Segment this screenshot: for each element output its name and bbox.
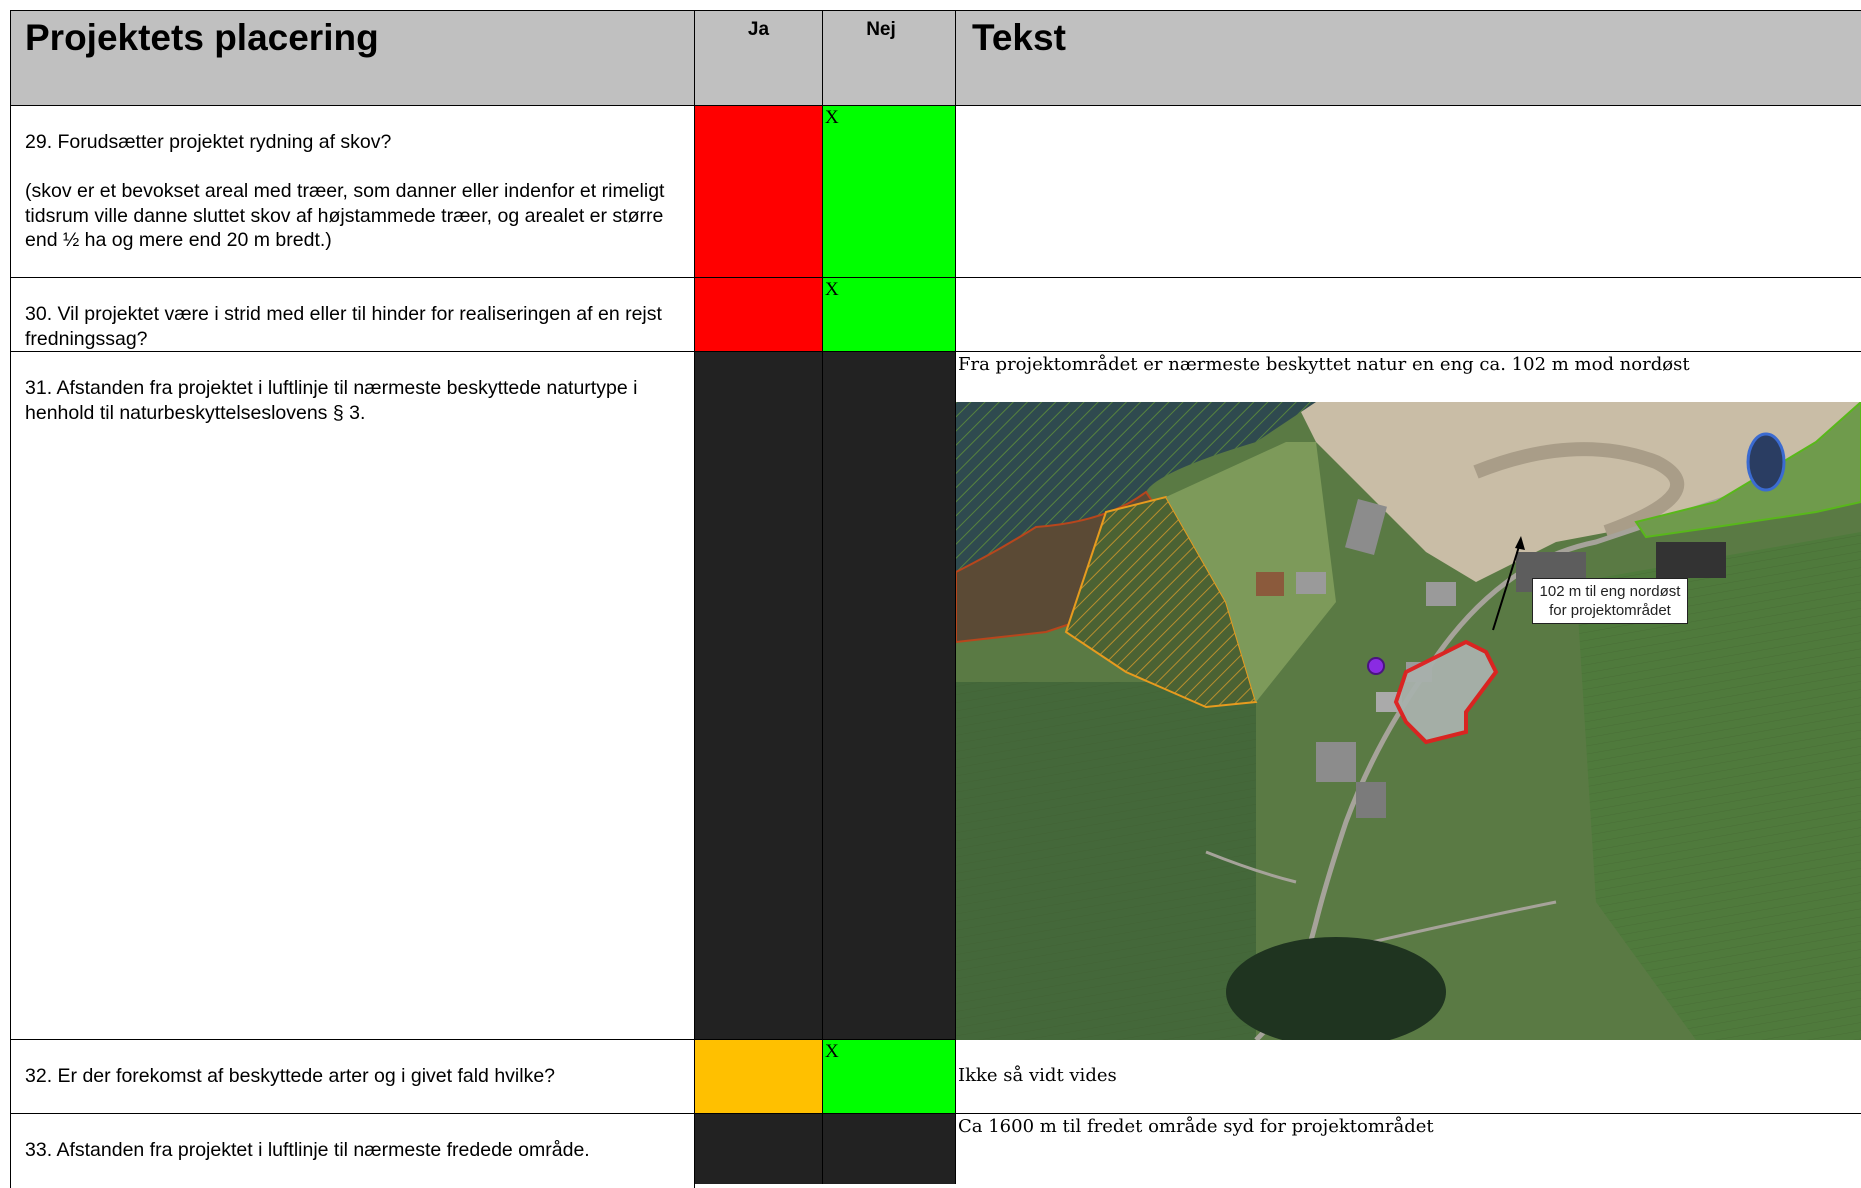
header-ja-label: Ja (747, 19, 770, 40)
row-33-question-cell: 33. Afstanden fra projektet i luftlinje … (10, 1114, 695, 1188)
row-32-nej-mark: X (825, 1041, 839, 1062)
row-29-ja-cell (695, 106, 823, 278)
location-pin-icon (1367, 657, 1385, 675)
row-29-question-cell: 29. Forudsætter projektet rydning af sko… (10, 106, 695, 278)
row-32-nej-cell: X (823, 1040, 956, 1114)
aerial-map-image: 102 m til eng nordøst for projektområdet (956, 402, 1861, 1040)
row-29-nej-cell: X (823, 106, 956, 278)
row-31-text: Fra projektområdet er nærmeste beskyttet… (958, 354, 1690, 375)
header-nej-cell: Nej (823, 10, 956, 106)
row-32-text: Ikke så vidt vides (958, 1065, 1117, 1086)
map-callout: 102 m til eng nordøst for projektområdet (1532, 578, 1688, 624)
map-callout-line-2: for projektområdet (1549, 602, 1671, 619)
row-31-question-cell: 31. Afstanden fra projektet i luftlinje … (10, 352, 695, 1040)
row-33-question: 33. Afstanden fra projektet i luftlinje … (25, 1139, 590, 1161)
row-32-question-cell: 32. Er der forekomst af beskyttede arter… (10, 1040, 695, 1114)
row-31-ja-cell (695, 352, 823, 1040)
row-33-ja-cell (695, 1114, 823, 1184)
header-tekst-label: Tekst (972, 17, 1066, 58)
row-33-text: Ca 1600 m til fredet område syd for proj… (958, 1116, 1434, 1137)
row-33-text-cell: Ca 1600 m til fredet område syd for proj… (956, 1114, 1861, 1184)
header-ja-cell: Ja (695, 10, 823, 106)
row-30-ja-cell (695, 278, 823, 352)
row-30-nej-cell: X (823, 278, 956, 352)
row-33-nej-cell (823, 1114, 956, 1184)
row-29-question: 29. Forudsætter projektet rydning af sko… (25, 131, 392, 153)
header-nej-label: Nej (866, 19, 896, 40)
row-31-question: 31. Afstanden fra projektet i luftlinje … (25, 377, 638, 424)
header-tekst-cell: Tekst (956, 10, 1861, 106)
row-29-nej-mark: X (825, 107, 839, 128)
header-title-cell: Projektets placering (10, 10, 695, 106)
row-30-question: 30. Vil projektet være i strid med eller… (25, 303, 662, 350)
row-32-question: 32. Er der forekomst af beskyttede arter… (25, 1065, 556, 1087)
page-title: Projektets placering (25, 17, 379, 58)
row-30-nej-mark: X (825, 279, 839, 300)
row-32-ja-cell (695, 1040, 823, 1114)
row-30-text-cell (956, 278, 1861, 352)
row-29-note: (skov er et bevokset areal med træer, so… (25, 180, 665, 251)
map-callout-line-1: 102 m til eng nordøst (1539, 583, 1681, 600)
aerial-map-svg (956, 402, 1861, 1040)
row-29-text-cell (956, 106, 1861, 278)
row-31-nej-cell (823, 352, 956, 1040)
row-30-question-cell: 30. Vil projektet være i strid med eller… (10, 278, 695, 352)
row-32-text-cell: Ikke så vidt vides (956, 1040, 1861, 1114)
